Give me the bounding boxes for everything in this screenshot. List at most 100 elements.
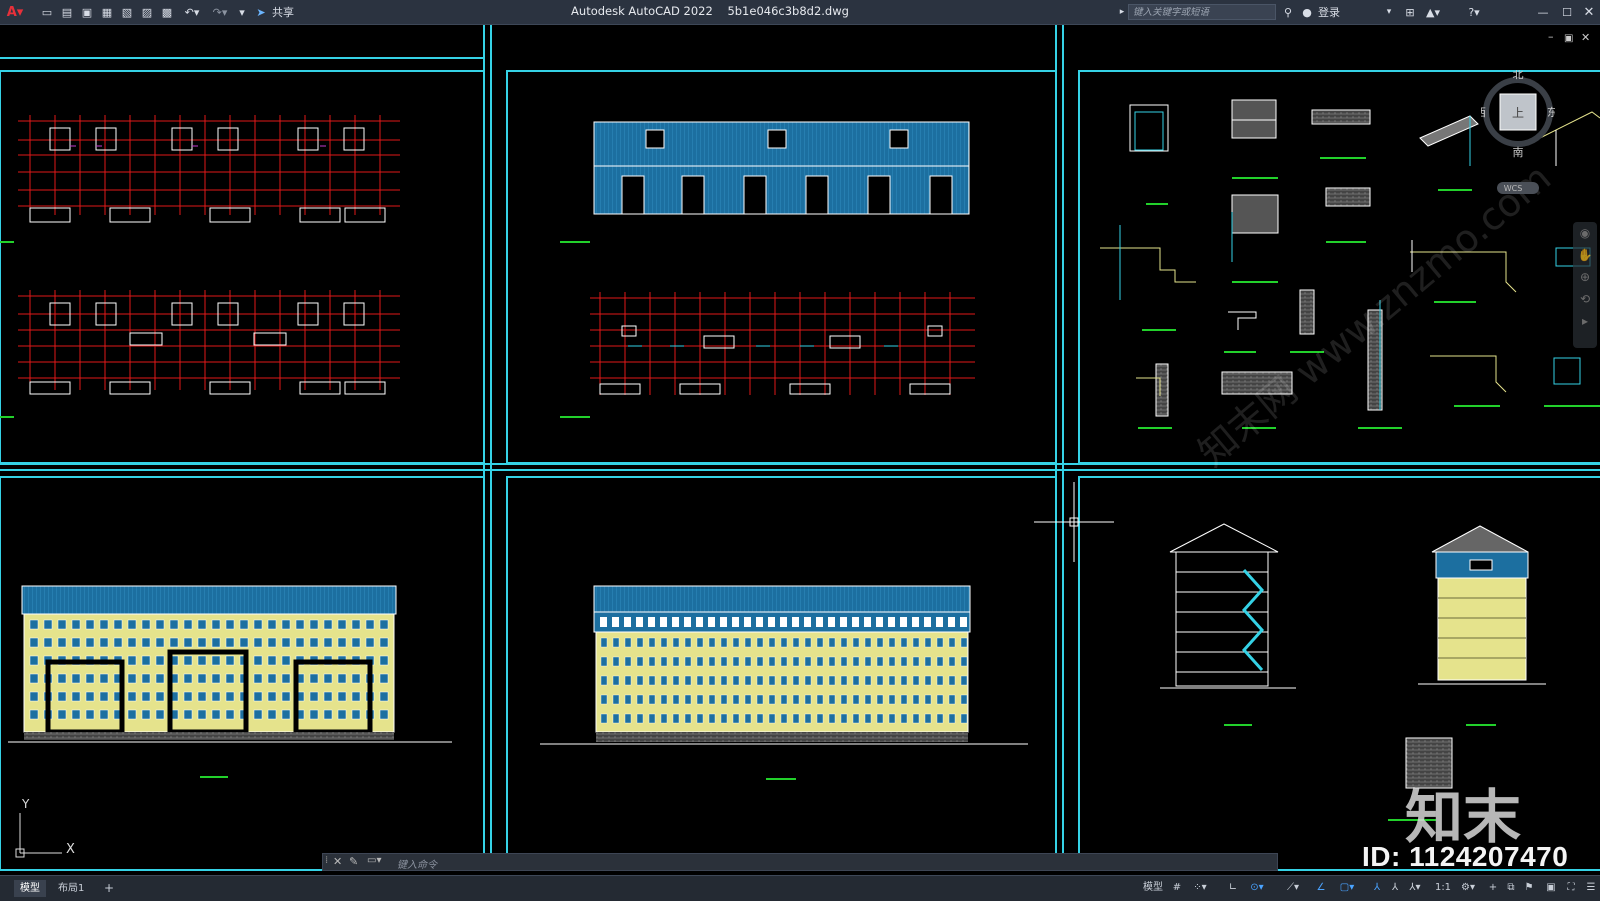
full-navigation-wheel-icon[interactable]: ◉	[1573, 222, 1597, 244]
window-pane	[155, 709, 165, 720]
window-pane	[211, 619, 221, 630]
clean-screen-icon[interactable]: ⛶	[1564, 880, 1578, 896]
compass-south[interactable]: 南	[1513, 146, 1524, 159]
annotation-monitor-icon[interactable]: +	[1486, 880, 1500, 896]
customize-toolbar-icon[interactable]: ▾	[236, 4, 248, 20]
window-pane	[948, 675, 956, 686]
compass-north[interactable]: 北	[1513, 68, 1524, 81]
quick-properties-icon[interactable]: ⚑	[1522, 880, 1536, 896]
open-folder-icon[interactable]: ▤	[60, 4, 74, 20]
search-icon[interactable]: ⚲	[1280, 4, 1296, 20]
orbit-icon[interactable]: ⟲	[1573, 288, 1597, 310]
annotation-scale-value[interactable]: 1:1	[1430, 880, 1456, 896]
help-icon[interactable]: ?▾	[1462, 4, 1486, 20]
window-pane	[900, 675, 908, 686]
user-icon[interactable]: ●	[1300, 4, 1314, 20]
window-pane	[732, 656, 740, 667]
command-recent-icon[interactable]: ▭▾	[367, 855, 381, 866]
viewport-restore-icon[interactable]: ▣	[1564, 33, 1573, 44]
navigation-bar[interactable]: ◉ ✋ ⊕ ⟲ ▸	[1573, 222, 1597, 348]
window-pane	[183, 691, 193, 702]
add-layout-button[interactable]: +	[98, 880, 120, 897]
auto-scale-icon[interactable]: ⅄	[1388, 880, 1402, 896]
building-section	[1160, 523, 1296, 689]
command-close-icon[interactable]: ✕	[333, 855, 342, 868]
window-pane	[720, 713, 728, 724]
command-line[interactable]: ⁞ ✕ ✎ ▭▾ 键入命令	[322, 853, 1278, 871]
window-pane	[648, 675, 656, 686]
open-web-icon[interactable]: ▧	[120, 4, 134, 20]
redo-icon[interactable]: ↷▾	[208, 4, 232, 20]
new-file-icon[interactable]: ▭	[40, 4, 54, 20]
window-pane	[960, 675, 968, 686]
viewcube[interactable]: 上 北 南 西 东 WCS	[1475, 68, 1558, 194]
zoom-extents-icon[interactable]: ⊕	[1573, 266, 1597, 288]
window-pane	[660, 656, 668, 667]
window-pane	[744, 675, 752, 686]
units-icon[interactable]: ⧉	[1504, 880, 1518, 896]
object-snap-icon[interactable]: ▢▾	[1334, 880, 1360, 896]
window-pane	[708, 675, 716, 686]
annotation-visibility-icon[interactable]: ⅄	[1370, 880, 1384, 896]
compass-east[interactable]: 东	[1547, 106, 1558, 119]
object-snap-tracking-icon[interactable]: ∠	[1314, 880, 1328, 896]
snap-icon[interactable]: ⁘▾	[1188, 880, 1212, 896]
minimize-icon[interactable]: —	[1536, 4, 1550, 20]
isolate-objects-icon[interactable]: ▣	[1544, 880, 1558, 896]
showmotion-icon[interactable]: ▸	[1573, 310, 1597, 332]
expand-arrow-icon[interactable]: ▸	[1118, 4, 1126, 20]
viewport-close-icon[interactable]: ✕	[1581, 31, 1590, 44]
workspace-gear-icon[interactable]: ⚙▾	[1456, 880, 1480, 896]
compass-west[interactable]: 西	[1475, 106, 1486, 119]
ortho-icon[interactable]: ∟	[1226, 880, 1240, 896]
share-label[interactable]: 共享	[270, 4, 296, 20]
model-space-toggle[interactable]: 模型	[1140, 880, 1166, 896]
window-pane	[696, 656, 704, 667]
autodesk-a360-icon[interactable]: ▲▾	[1422, 4, 1444, 20]
window-pane	[660, 675, 668, 686]
login-button[interactable]: 登录	[1314, 4, 1344, 20]
window-pane	[804, 617, 811, 627]
command-settings-icon[interactable]: ✎	[349, 855, 358, 868]
window-pane	[684, 694, 692, 705]
grid-icon[interactable]: #	[1170, 880, 1184, 896]
viewport-minimize-icon[interactable]: –	[1548, 30, 1554, 43]
window-pane	[960, 617, 967, 627]
annotation-scale-icon[interactable]: ⅄▾	[1406, 880, 1424, 896]
polar-tracking-icon[interactable]: ⊙▾	[1244, 880, 1270, 896]
search-input[interactable]: 键入关键字或短语	[1128, 4, 1276, 20]
window-pane	[309, 619, 319, 630]
save-icon[interactable]: ▣	[80, 4, 94, 20]
window-pane	[600, 637, 608, 648]
login-dropdown-icon[interactable]: ▾	[1384, 4, 1394, 20]
window-pane	[99, 691, 109, 702]
command-input[interactable]: 键入命令	[397, 856, 437, 871]
window-pane	[960, 694, 968, 705]
window-pane	[127, 673, 137, 684]
window-pane	[864, 694, 872, 705]
save-web-icon[interactable]: ▨	[140, 4, 154, 20]
maximize-icon[interactable]: ☐	[1560, 4, 1574, 20]
window-pane	[756, 617, 763, 627]
cart-icon[interactable]: ⊞	[1402, 4, 1418, 20]
plot-icon[interactable]: ▩	[160, 4, 174, 20]
command-grip-icon[interactable]: ⁞	[325, 855, 328, 866]
customization-menu-icon[interactable]: ☰	[1584, 880, 1598, 896]
window-pane	[924, 713, 932, 724]
window-pane	[337, 637, 347, 648]
window-pane	[936, 713, 944, 724]
window-pane	[816, 656, 824, 667]
share-icon[interactable]: ➤	[254, 4, 268, 20]
save-as-icon[interactable]: ▦	[100, 4, 114, 20]
window-pane	[948, 637, 956, 648]
tab-model[interactable]: 模型	[14, 880, 46, 897]
drawing-canvas[interactable]: Y X – ▣ ✕ 知末网 www.znzmo.com	[0, 25, 1600, 875]
close-icon[interactable]: ✕	[1582, 4, 1596, 20]
window-pane	[852, 694, 860, 705]
window-pane	[29, 673, 39, 684]
undo-icon[interactable]: ↶▾	[180, 4, 204, 20]
autocad-logo-icon[interactable]: A▾	[4, 4, 26, 20]
pan-icon[interactable]: ✋	[1573, 244, 1597, 266]
tab-layout1[interactable]: 布局1	[52, 880, 90, 897]
isodraft-icon[interactable]: ⟋▾	[1280, 880, 1306, 896]
